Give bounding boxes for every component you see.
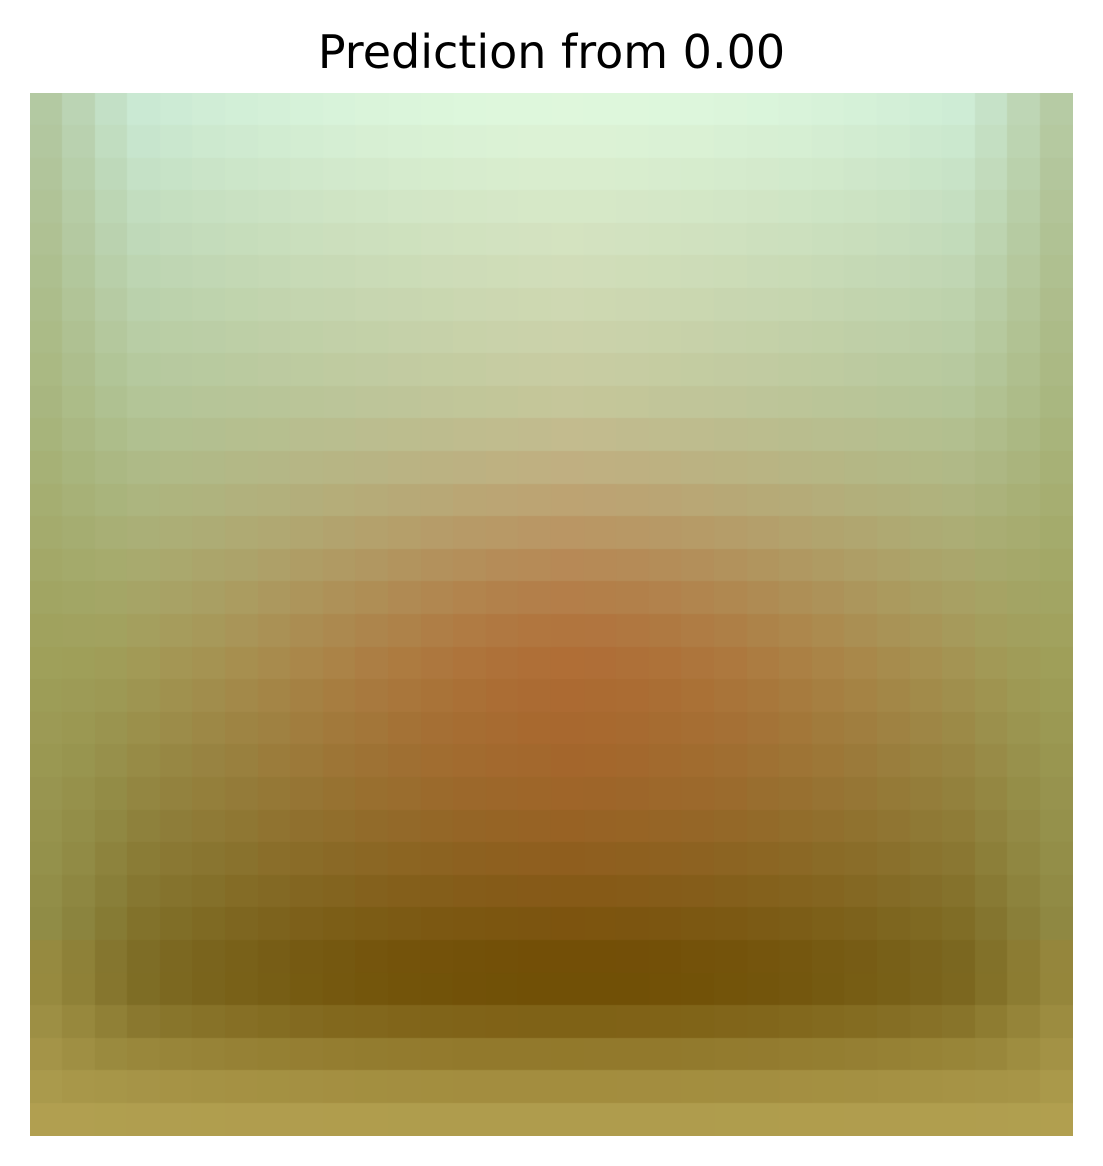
figure: Prediction from 0.00 <box>0 0 1103 1166</box>
plot-title: Prediction from 0.00 <box>317 25 786 79</box>
prediction-image <box>30 93 1073 1136</box>
